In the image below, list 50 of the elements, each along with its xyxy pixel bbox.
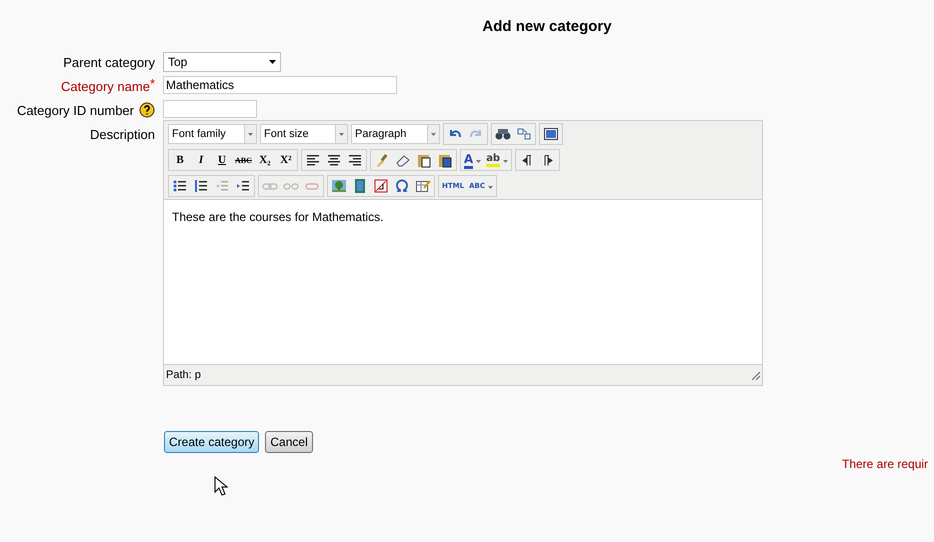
caret-icon	[476, 160, 482, 163]
toolbar-button[interactable]: ABC	[233, 151, 254, 169]
help-icon[interactable]	[139, 102, 155, 118]
paragraph-icon	[543, 154, 554, 166]
toolbar-select[interactable]: Font family	[168, 124, 257, 144]
toolbar-button[interactable]: B	[170, 151, 190, 169]
align-left-icon	[304, 152, 321, 168]
parent-category-select[interactable]: Top	[163, 52, 281, 72]
caret-icon	[339, 132, 344, 136]
align-center-icon	[326, 152, 342, 168]
caret-icon	[248, 132, 253, 136]
resize-handle-icon[interactable]	[750, 370, 760, 380]
image-icon	[331, 178, 347, 194]
field-label: Description	[88, 126, 155, 144]
clipboard-icon	[436, 152, 453, 168]
toolbar-button[interactable]: X₂	[254, 151, 275, 169]
film-icon	[352, 178, 368, 194]
bullet-list-icon	[172, 178, 188, 194]
omega-icon	[394, 178, 410, 194]
align-right-icon	[346, 152, 363, 168]
editor-area[interactable]: These are the courses for Mathematics.	[164, 199, 762, 365]
paragraph-icon	[522, 154, 532, 166]
field-label: Category name*	[61, 78, 155, 94]
caret-icon	[269, 60, 276, 64]
toolbar-button[interactable]: X²	[276, 151, 296, 169]
field-label: Category ID number	[16, 102, 134, 118]
error-message: There are requir	[842, 457, 930, 471]
toolbar-button[interactable]: U	[212, 151, 232, 169]
numbered-list-icon	[193, 178, 209, 194]
caret-icon	[431, 132, 436, 136]
toolbar-button[interactable]: ab	[484, 151, 510, 169]
toolbar-button[interactable]: I	[191, 151, 211, 169]
text-input[interactable]	[163, 100, 257, 118]
binoculars-icon	[495, 126, 511, 142]
table-edit-icon	[415, 178, 431, 194]
clipboard-icon	[416, 152, 432, 168]
caret-icon	[488, 186, 493, 189]
path-indicator: Path: p	[166, 369, 201, 381]
create-button[interactable]: Create category	[164, 431, 260, 453]
text-input[interactable]: Mathematics	[163, 76, 397, 94]
page-title: Add new category	[481, 17, 613, 37]
editor-text: These are the courses for Mathematics.	[172, 210, 384, 224]
cancel-button[interactable]: Cancel	[265, 431, 313, 453]
caret-icon	[503, 160, 508, 163]
fullscreen-icon	[543, 126, 559, 142]
field-label: Parent category	[63, 54, 155, 70]
toolbar-button[interactable]: A	[462, 151, 484, 169]
toolbar-select[interactable]: Paragraph	[351, 124, 440, 144]
toolbar-select[interactable]: Font size	[260, 124, 348, 144]
mouse-cursor-icon	[214, 476, 228, 496]
